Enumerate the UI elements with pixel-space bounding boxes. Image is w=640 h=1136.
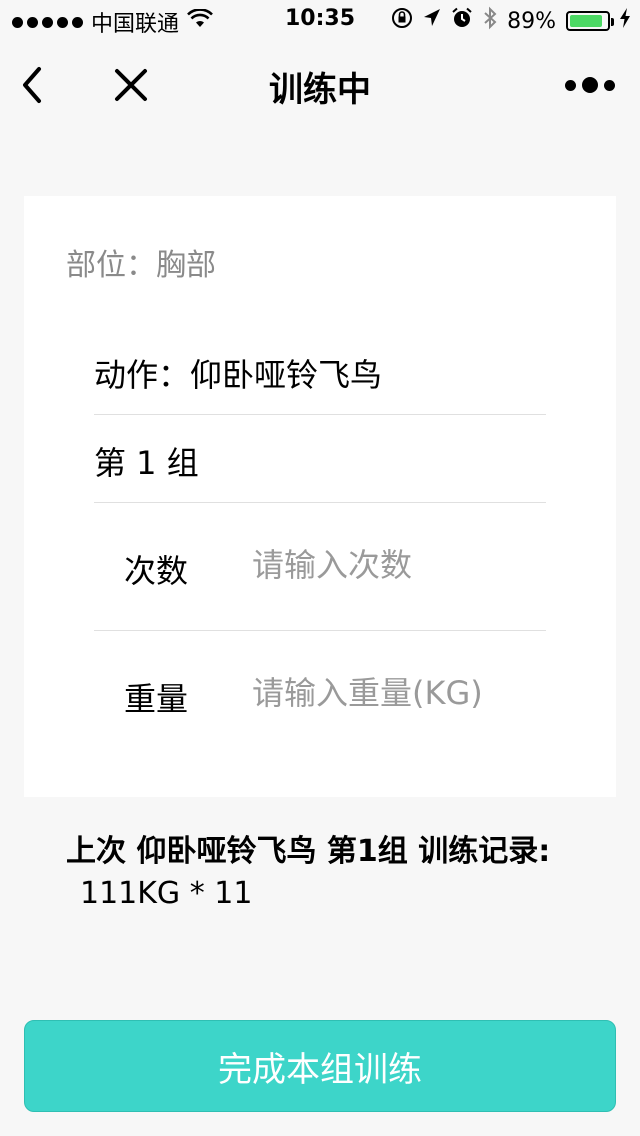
location-arrow-icon — [423, 8, 441, 34]
complete-set-button[interactable]: 完成本组训练 — [24, 1020, 616, 1112]
last-record-title: 上次 仰卧哑铃飞鸟 第1组 训练记录: — [66, 834, 551, 869]
group-label: 第 1 组 — [94, 444, 199, 482]
action-label: 动作：仰卧哑铃飞鸟 — [94, 356, 383, 394]
alarm-icon — [451, 7, 473, 35]
orientation-lock-icon — [391, 7, 413, 35]
reps-label: 次数 — [124, 552, 189, 590]
training-card: 部位：胸部 动作：仰卧哑铃飞鸟 第 1 组 次数 重量 — [24, 196, 616, 797]
status-right: 89% — [391, 6, 630, 36]
page-title: 训练中 — [269, 70, 371, 110]
group-row: 第 1 组 — [94, 414, 546, 503]
bluetooth-icon — [483, 6, 497, 36]
battery-percent: 89% — [507, 8, 556, 34]
last-record-value: 111KG * 11 — [80, 876, 253, 911]
weight-label: 重量 — [124, 680, 189, 718]
weight-input[interactable] — [252, 668, 542, 718]
battery-icon — [566, 11, 614, 31]
action-row: 动作：仰卧哑铃飞鸟 — [94, 326, 546, 415]
body-part-label: 部位：胸部 — [66, 248, 216, 283]
reps-row: 次数 — [94, 502, 546, 631]
charging-icon — [620, 8, 630, 34]
navigation-bar: 训练中 — [0, 40, 640, 128]
reps-input[interactable] — [252, 540, 542, 590]
status-bar: 中国联通 10:35 89% — [0, 0, 640, 40]
weight-row: 重量 — [94, 630, 546, 758]
more-options-button[interactable] — [560, 60, 620, 110]
battery-level — [570, 15, 603, 27]
more-dots-icon — [565, 77, 615, 93]
